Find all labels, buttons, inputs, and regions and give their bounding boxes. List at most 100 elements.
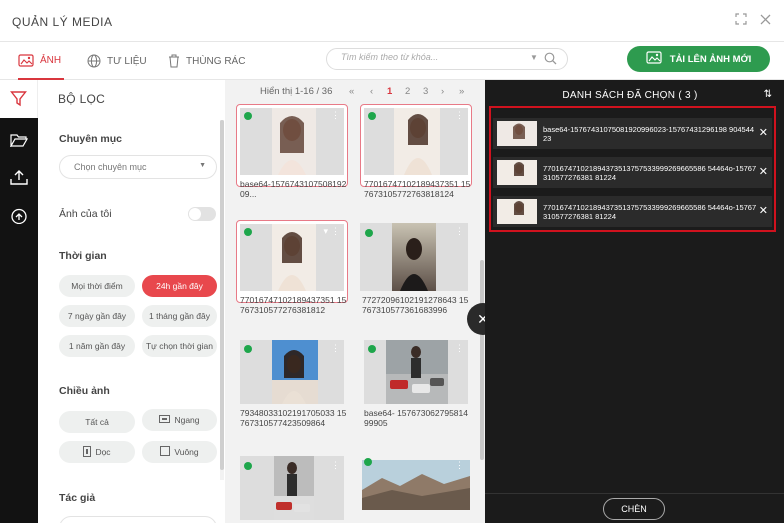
media-name: 77016747102189437351 1576731057727638181… [240, 295, 347, 315]
status-dot [244, 345, 252, 353]
sort-icon[interactable]: ⇅ [764, 89, 772, 100]
media-thumbnail [360, 223, 468, 291]
orientation-landscape[interactable]: Ngang [142, 409, 217, 431]
image-upload-icon [646, 51, 662, 67]
last-page-icon[interactable]: » [459, 86, 464, 97]
orientation-all[interactable]: Tất cả [59, 411, 135, 433]
author-input[interactable] [59, 516, 217, 523]
media-name: 77016747102189437351 1576731057727638181… [364, 179, 471, 199]
status-dot [365, 229, 373, 237]
filter-scrollbar[interactable] [220, 120, 224, 470]
orientation-portrait[interactable]: Dọc [59, 441, 135, 463]
trash-icon [168, 54, 180, 68]
title-bar: QUẢN LÝ MEDIA [0, 0, 784, 42]
more-options-icon[interactable]: ⋮ [455, 343, 464, 354]
media-name: 77272096102191278643 1576731057736168399… [362, 295, 469, 315]
first-page-icon[interactable]: « [349, 86, 354, 97]
media-card[interactable]: ⋮ [236, 454, 348, 523]
media-card[interactable]: ⋮ base64- 15767306279581499905 [360, 337, 472, 437]
status-dot [368, 112, 376, 120]
more-options-icon[interactable]: ⋮ [331, 460, 340, 471]
chevron-down-icon[interactable]: ▼ [530, 53, 538, 62]
chevron-down-icon[interactable]: ▾ [323, 226, 328, 237]
grid-scrollbar[interactable] [480, 260, 484, 460]
footer-divider [485, 493, 784, 494]
more-options-icon[interactable]: ⋮ [455, 226, 464, 237]
selected-item-name: base64-15767431075081920996023-157674312… [543, 125, 755, 143]
remove-item-icon[interactable]: ✕ [759, 204, 768, 217]
media-thumbnail [240, 108, 344, 175]
portrait-icon [83, 445, 92, 459]
icon-rail [0, 80, 38, 523]
more-options-icon[interactable]: ⋮ [455, 110, 464, 121]
filter-title: BỘ LỌC [58, 92, 106, 106]
media-grid: Hiển thị 1-16 / 36 « ‹ 1 2 3 › » ⋮ base6… [225, 80, 485, 523]
tab-images[interactable]: ẢNH [18, 42, 64, 80]
time-option-custom[interactable]: Tự chọn thời gian [142, 335, 217, 357]
orientation-label: Chiều ảnh [59, 385, 110, 397]
fullscreen-icon[interactable] [735, 12, 747, 28]
more-options-icon[interactable]: ⋮ [331, 226, 340, 237]
my-images-label: Ảnh của tôi [59, 208, 112, 220]
selected-item[interactable]: base64-15767431075081920996023-157674312… [493, 118, 772, 149]
close-icon[interactable] [760, 12, 771, 28]
selected-list-panel: DANH SÁCH ĐÃ CHỌN ( 3 ) ⇅ base64-1576743… [485, 80, 784, 523]
search-input[interactable] [341, 52, 521, 62]
selected-item[interactable]: 770167471021894373513757533999269665586 … [493, 196, 772, 227]
orientation-portrait-label: Dọc [95, 447, 111, 457]
page-2[interactable]: 2 [405, 86, 410, 97]
media-thumbnail [240, 456, 344, 520]
upload-button-label: TẢI LÊN ẢNH MỚI [669, 53, 752, 65]
page-3[interactable]: 3 [423, 86, 428, 97]
time-label: Thời gian [59, 250, 107, 262]
orientation-landscape-label: Ngang [174, 415, 200, 425]
selected-item[interactable]: 770167471021894373513757533999269665586 … [493, 157, 772, 188]
media-card[interactable]: ⋮ 79348033102191705033 15767310577423509… [236, 337, 348, 437]
author-label: Tác giả [59, 492, 96, 504]
more-options-icon[interactable]: ⋮ [331, 110, 340, 121]
media-card[interactable]: ▾ ⋮ 77016747102189437351 157673105772763… [236, 220, 348, 320]
media-card[interactable]: ⋮ 77016747102189437351 15767310577276381… [360, 104, 472, 204]
remove-item-icon[interactable]: ✕ [759, 165, 768, 178]
media-card[interactable]: ⋮ 77272096102191278643 15767310577361683… [360, 220, 472, 320]
media-card[interactable]: ⋮ base64-157674310750819209... [236, 104, 348, 204]
status-dot [368, 345, 376, 353]
page-1[interactable]: 1 [387, 86, 392, 97]
upload-tray-icon[interactable] [10, 170, 28, 189]
cloud-upload-icon[interactable] [10, 208, 28, 227]
tab-trash[interactable]: THÙNG RÁC [168, 42, 245, 80]
more-options-icon[interactable]: ⋮ [331, 343, 340, 354]
time-option-1y[interactable]: 1 năm gần đây [59, 335, 135, 357]
remove-item-icon[interactable]: ✕ [759, 126, 768, 139]
category-select[interactable]: Chọn chuyên mục ▼ [59, 155, 217, 179]
media-card[interactable]: ⋮ [360, 454, 472, 523]
media-thumbnail [362, 460, 470, 510]
my-images-toggle[interactable] [188, 207, 216, 221]
time-option-7d[interactable]: 7 ngày gần đây [59, 305, 135, 327]
prev-page-icon[interactable]: ‹ [370, 86, 373, 97]
more-options-icon[interactable]: ⋮ [455, 460, 464, 471]
insert-button[interactable]: CHÈN [603, 498, 665, 520]
time-option-any[interactable]: Mọi thời điểm [59, 275, 135, 297]
folder-open-icon[interactable] [9, 133, 29, 150]
media-name: 79348033102191705033 1576731057742350986… [240, 408, 347, 428]
window-title: QUẢN LÝ MEDIA [12, 15, 113, 29]
search-icon[interactable] [544, 52, 557, 68]
status-dot [244, 462, 252, 470]
time-option-24h[interactable]: 24h gần đây [142, 275, 217, 297]
next-page-icon[interactable]: › [441, 86, 444, 97]
category-placeholder: Chọn chuyên mục [74, 162, 147, 172]
time-option-1m[interactable]: 1 tháng gần đây [142, 305, 217, 327]
search-box: ▼ [326, 48, 568, 70]
media-thumbnail [364, 340, 468, 404]
image-icon [18, 53, 34, 67]
upload-new-image-button[interactable]: TẢI LÊN ẢNH MỚI [627, 46, 770, 72]
filter-icon[interactable] [10, 90, 27, 110]
square-icon [160, 446, 171, 458]
selected-item-thumbnail [497, 160, 537, 185]
tab-documents[interactable]: TƯ LIỆU [87, 42, 147, 80]
orientation-square[interactable]: Vuông [142, 441, 217, 463]
tab-label: ẢNH [40, 54, 62, 66]
landscape-icon [159, 415, 171, 425]
media-thumbnail [240, 224, 344, 291]
